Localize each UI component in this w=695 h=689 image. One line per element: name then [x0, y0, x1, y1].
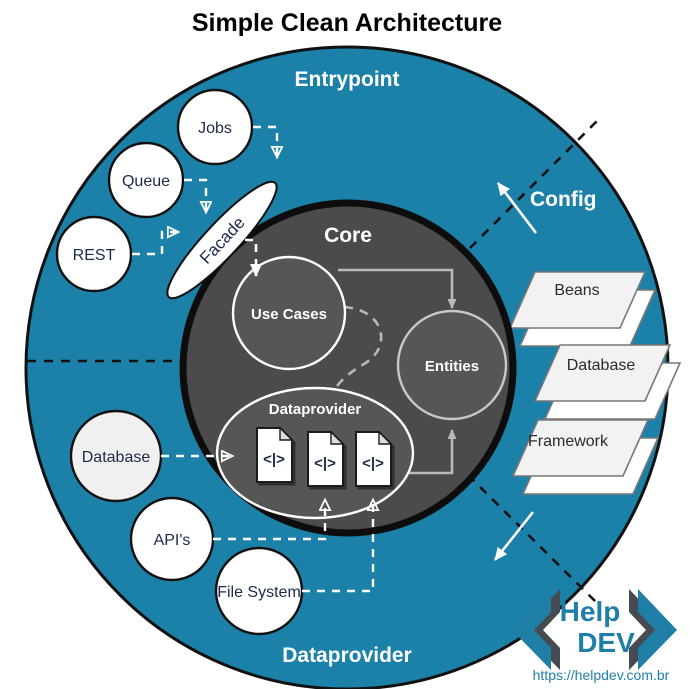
rest-label: REST [73, 247, 116, 264]
database-doc-label: Database [567, 357, 636, 374]
core-label: Core [324, 224, 372, 247]
dataprovider-ring-label: Dataprovider [282, 644, 412, 667]
use-cases-label: Use Cases [251, 306, 327, 323]
use-cases-node[interactable]: Use Cases [231, 255, 347, 371]
database-node[interactable]: Database [69, 409, 163, 503]
queue-label: Queue [122, 173, 170, 190]
code-file-3-glyph: <|> [362, 455, 384, 472]
entities-node[interactable]: Entities [396, 309, 508, 421]
jobs-node[interactable]: Jobs [176, 88, 254, 166]
code-file-2-glyph: <|> [314, 455, 336, 472]
logo-right-bracket-teal [638, 589, 677, 670]
beans-label: Beans [554, 282, 599, 299]
file-system-label: File System [217, 584, 301, 601]
database-node-label: Database [82, 449, 151, 466]
apis-label: API's [154, 532, 191, 549]
file-system-node[interactable]: File System [214, 546, 304, 636]
page-title: Simple Clean Architecture [192, 9, 502, 37]
queue-node[interactable]: Queue [107, 141, 185, 219]
entrypoint-label: Entrypoint [295, 68, 400, 91]
logo-url[interactable]: https://helpdev.com.br [533, 667, 670, 683]
config-label: Config [530, 188, 596, 211]
code-file-1[interactable]: <|> [256, 426, 294, 483]
architecture-diagram: Simple Clean Architecture Entrypoint Dat… [24, 9, 682, 689]
config-doc-database[interactable]: Database [533, 344, 682, 420]
framework-label: Framework [528, 433, 609, 450]
apis-node[interactable]: API's [129, 496, 215, 582]
config-doc-framework[interactable]: Framework [511, 419, 660, 495]
logo-dev-text: DEV [577, 627, 635, 658]
entities-label: Entities [425, 358, 479, 375]
code-file-1-glyph: <|> [263, 451, 285, 468]
diagram-canvas: Simple Clean Architecture Entrypoint Dat… [0, 0, 695, 689]
config-doc-beans[interactable]: Beans [508, 271, 657, 347]
logo-help-text: Help [560, 596, 621, 627]
code-file-3[interactable]: <|> [355, 430, 393, 487]
code-file-2[interactable]: <|> [307, 430, 345, 487]
dataprovider-core-label: Dataprovider [269, 401, 362, 418]
jobs-label: Jobs [198, 120, 232, 137]
rest-node[interactable]: REST [55, 215, 133, 293]
